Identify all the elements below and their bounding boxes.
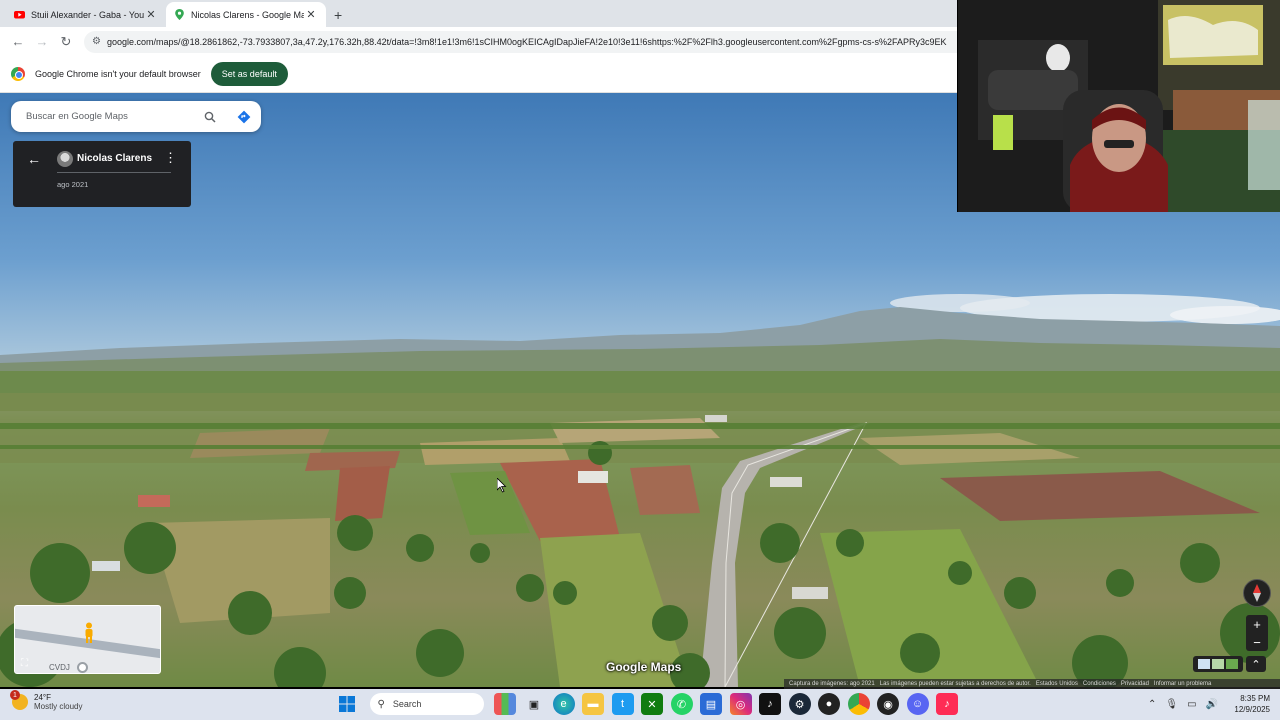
taskbar-apps: ⚲ Search ▣ e ▬ t ✕ ✆ ▤ ◎ ♪ ⚙ ● ◉ ☺ ♪ [336, 693, 966, 715]
zoom-out-button[interactable]: − [1246, 633, 1268, 651]
layer-thumbnail-icon [1212, 659, 1224, 669]
reload-icon[interactable]: ↻ [54, 30, 78, 54]
footer-report[interactable]: Informar un problema [1154, 681, 1211, 687]
close-tab-icon[interactable]: ✕ [304, 8, 318, 21]
tab-title: Nicolas Clarens - Google Maps [191, 9, 304, 20]
close-tab-icon[interactable]: ✕ [144, 8, 158, 21]
system-tray: ⌃ 🎙 ▭ 🔊 [1148, 689, 1227, 720]
discord-icon[interactable]: ☺ [906, 693, 929, 715]
google-maps-logo: Google Maps [606, 660, 682, 674]
notification-badge: 1 [10, 690, 20, 700]
webcam-overlay [957, 0, 1280, 212]
address-bar[interactable]: ⚙ google.com/maps/@18.2861862,-73.793380… [84, 30, 960, 53]
divider [57, 172, 171, 173]
clock-date: 12/9/2025 [1234, 705, 1270, 714]
taskbar-search-label: Search [392, 699, 422, 709]
contributor-avatar[interactable] [57, 151, 73, 167]
store-icon[interactable]: ▤ [700, 693, 722, 715]
weather-temperature: 24°F [34, 693, 51, 702]
windows-start-icon[interactable] [336, 693, 358, 715]
twitter-icon[interactable]: t [611, 693, 634, 715]
windows-taskbar: 1 24°F Mostly cloudy ⚲ Search ▣ e ▬ t ✕ … [0, 689, 1280, 720]
instagram-icon[interactable]: ◎ [729, 693, 752, 715]
microphone-icon[interactable]: 🎙 [1165, 699, 1178, 710]
xbox-icon[interactable]: ✕ [641, 693, 663, 715]
tab-google-maps[interactable]: Nicolas Clarens - Google Maps ✕ [166, 2, 326, 27]
street-view-info-card: ← Nicolas Clarens ago 2021 ⋮ [13, 141, 191, 207]
weather-widget[interactable]: 1 24°F Mostly cloudy [10, 690, 83, 711]
github-icon[interactable]: ◉ [877, 693, 899, 715]
infobar-message: Google Chrome isn't your default browser [35, 69, 201, 79]
screen: Buscar en Google Maps ← Nicolas Clarens … [0, 0, 1280, 720]
url-text[interactable]: google.com/maps/@18.2861862,-73.7933807,… [107, 37, 947, 47]
clock[interactable]: 8:35 PM 12/9/2025 [1226, 693, 1270, 715]
widgets-icon[interactable] [493, 693, 516, 715]
footer-privacy[interactable]: Privacidad [1121, 681, 1149, 687]
place-title[interactable]: Nicolas Clarens [77, 153, 152, 164]
clock-time: 8:35 PM [1240, 694, 1270, 703]
display-icon[interactable]: ▭ [1187, 699, 1196, 710]
tab-title: Stuii Alexander - Gaba - YouTube [31, 9, 144, 20]
layers-button[interactable] [1193, 656, 1243, 672]
weather-description: Mostly cloudy [34, 702, 83, 711]
footer-capture: Captura de imágenes: ago 2021 [789, 681, 875, 687]
whatsapp-icon[interactable]: ✆ [670, 693, 693, 715]
chrome-logo-icon [11, 67, 25, 81]
chevron-up-icon[interactable]: ⌃ [1246, 656, 1266, 672]
footer-terms[interactable]: Condiciones [1083, 681, 1116, 687]
site-info-icon[interactable]: ⚙ [92, 36, 101, 47]
zoom-in-button[interactable]: + [1246, 615, 1268, 633]
search-icon[interactable] [193, 111, 227, 123]
obs-icon[interactable]: ● [818, 693, 840, 715]
set-as-default-button[interactable]: Set as default [210, 62, 288, 86]
maps-pin-icon [175, 9, 184, 20]
search-icon: ⚲ [377, 698, 385, 710]
pegman-icon[interactable] [83, 622, 95, 644]
webcam-feed-image [958, 0, 1280, 212]
back-arrow-icon[interactable]: ← [27, 151, 41, 167]
compass-icon[interactable] [1243, 579, 1271, 607]
youtube-icon [14, 11, 25, 19]
tab-youtube[interactable]: Stuii Alexander - Gaba - YouTube ✕ [6, 2, 166, 27]
footer-country[interactable]: Estados Unidos [1036, 681, 1078, 687]
maps-search-box[interactable]: Buscar en Google Maps [11, 101, 261, 132]
file-explorer-icon[interactable]: ▬ [582, 693, 604, 715]
maps-footer: Captura de imágenes: ago 2021 Las imágen… [784, 679, 1280, 689]
more-vert-icon[interactable]: ⋮ [164, 150, 177, 166]
edge-icon[interactable]: e [552, 693, 575, 715]
expand-map-icon[interactable]: ⛶ [21, 658, 28, 669]
browser-tab-strip: Stuii Alexander - Gaba - YouTube ✕ Nicol… [0, 0, 960, 27]
capture-date[interactable]: ago 2021 [57, 180, 88, 189]
chrome-icon[interactable] [847, 693, 870, 715]
weather-sun-icon: 1 [10, 690, 28, 710]
back-icon[interactable]: ← [6, 30, 30, 54]
minimap-label: CVDJ [49, 663, 70, 672]
forward-icon[interactable]: → [30, 30, 54, 54]
chevron-up-icon[interactable]: ⌃ [1148, 699, 1156, 710]
directions-icon[interactable] [227, 110, 261, 124]
steam-icon[interactable]: ⚙ [788, 693, 811, 715]
tiktok-icon[interactable]: ♪ [759, 693, 781, 715]
new-tab-button[interactable]: + [334, 7, 342, 23]
search-input[interactable]: Buscar en Google Maps [26, 111, 193, 122]
tiktok-live-icon[interactable]: ♪ [936, 693, 958, 715]
task-view-icon[interactable]: ▣ [523, 693, 545, 715]
layer-thumbnail-icon [1198, 659, 1210, 669]
minimap[interactable]: ⛶ CVDJ [14, 605, 161, 674]
browser-toolbar: ← → ↻ ⚙ google.com/maps/@18.2861862,-73.… [0, 27, 960, 56]
volume-icon[interactable]: 🔊 [1206, 699, 1218, 710]
footer-copyright: Las imágenes pueden estar sujetas a dere… [879, 681, 1031, 687]
default-browser-infobar: Google Chrome isn't your default browser… [0, 56, 960, 93]
layer-thumbnail-icon [1226, 659, 1238, 669]
taskbar-search[interactable]: ⚲ Search [369, 693, 484, 715]
mouse-cursor-icon [497, 478, 507, 493]
location-dot [77, 662, 88, 673]
